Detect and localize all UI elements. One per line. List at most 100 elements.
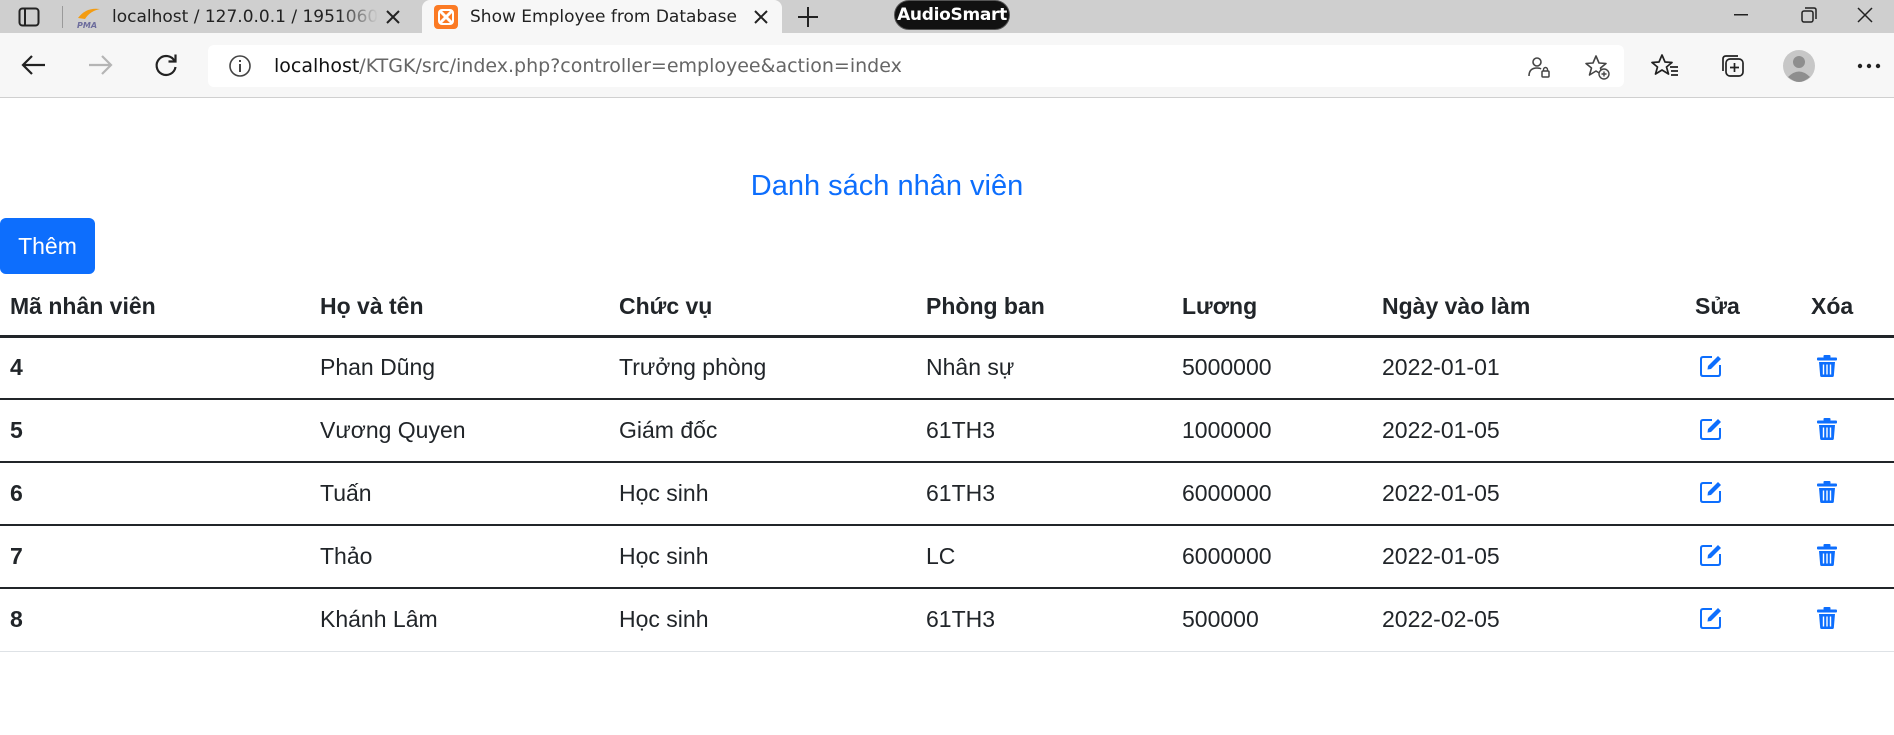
table-row: 8 Khánh Lâm Học sinh 61TH3 500000 2022-0…	[0, 588, 1894, 652]
employee-name: Vương Quyen	[310, 399, 609, 463]
column-header-department: Phòng ban	[916, 278, 1172, 338]
reload-icon[interactable]	[146, 45, 186, 85]
employee-salary: 6000000	[1172, 525, 1372, 589]
edit-icon[interactable]	[1697, 415, 1725, 443]
employee-salary: 6000000	[1172, 462, 1372, 526]
svg-text:PMA: PMA	[77, 21, 97, 29]
favorites-icon[interactable]	[1648, 49, 1682, 83]
browser-toolbar: localhost/KTGK/src/index.php?controller=…	[0, 33, 1894, 98]
profile-lock-icon[interactable]	[1526, 54, 1552, 80]
employee-start-date: 2022-01-05	[1372, 462, 1685, 526]
table-row: 4 Phan Dũng Trưởng phòng Nhân sự 5000000…	[0, 336, 1894, 400]
table-header-row: Mã nhân viên Họ và tên Chức vụ Phòng ban…	[0, 278, 1894, 338]
delete-cell	[1801, 588, 1894, 652]
trash-icon[interactable]	[1813, 415, 1841, 443]
column-header-edit: Sửa	[1685, 278, 1801, 338]
tab-divider	[62, 6, 63, 28]
url-text[interactable]: localhost/KTGK/src/index.php?controller=…	[274, 45, 902, 87]
employee-department: 61TH3	[916, 588, 1172, 652]
url-host: localhost	[274, 55, 360, 77]
employee-department: 61TH3	[916, 462, 1172, 526]
close-tab-icon[interactable]	[378, 2, 408, 32]
delete-cell	[1801, 462, 1894, 526]
employee-salary: 1000000	[1172, 399, 1372, 463]
edit-cell	[1685, 525, 1801, 589]
column-header-position: Chức vụ	[609, 278, 916, 338]
table-row: 7 Thảo Học sinh LC 6000000 2022-01-05	[0, 525, 1894, 589]
employee-name: Phan Dũng	[310, 336, 609, 400]
address-bar[interactable]: localhost/KTGK/src/index.php?controller=…	[208, 45, 1624, 87]
tab-actions-icon[interactable]	[14, 4, 44, 30]
add-favorite-icon[interactable]	[1584, 54, 1610, 80]
delete-cell	[1801, 399, 1894, 463]
tab-title: Show Employee from Database	[470, 6, 737, 27]
edit-cell	[1685, 588, 1801, 652]
employee-position: Trưởng phòng	[609, 336, 916, 400]
employee-name: Tuấn	[310, 462, 609, 526]
trash-icon[interactable]	[1813, 352, 1841, 380]
employee-department: 61TH3	[916, 399, 1172, 463]
more-options-icon[interactable]	[1852, 49, 1886, 83]
column-header-start-date: Ngày vào làm	[1372, 278, 1685, 338]
delete-cell	[1801, 336, 1894, 400]
employee-table: Mã nhân viên Họ và tên Chức vụ Phòng ban…	[0, 278, 1894, 652]
back-icon[interactable]	[14, 45, 54, 85]
edit-cell	[1685, 336, 1801, 400]
new-tab-icon[interactable]	[792, 2, 824, 32]
trash-icon[interactable]	[1813, 541, 1841, 569]
phpmyadmin-icon: PMA	[76, 5, 102, 30]
edit-icon[interactable]	[1697, 541, 1725, 569]
delete-cell	[1801, 525, 1894, 589]
page-content: Danh sách nhân viên Thêm Mã nhân viên Họ…	[0, 98, 1894, 735]
page-title: Danh sách nhân viên	[750, 170, 1024, 202]
employee-position: Học sinh	[609, 588, 916, 652]
trash-icon[interactable]	[1813, 604, 1841, 632]
employee-department: Nhân sự	[916, 336, 1172, 400]
column-header-name: Họ và tên	[310, 278, 609, 338]
xampp-icon	[434, 4, 460, 29]
edit-cell	[1685, 462, 1801, 526]
employee-start-date: 2022-01-05	[1372, 399, 1685, 463]
employee-position: Học sinh	[609, 525, 916, 589]
employee-salary: 500000	[1172, 588, 1372, 652]
edit-icon[interactable]	[1697, 352, 1725, 380]
employee-id: 6	[0, 462, 310, 526]
employee-id: 8	[0, 588, 310, 652]
collections-icon[interactable]	[1716, 49, 1750, 83]
employee-position: Giám đốc	[609, 399, 916, 463]
employee-id: 7	[0, 525, 310, 589]
employee-id: 5	[0, 399, 310, 463]
employee-position: Học sinh	[609, 462, 916, 526]
employee-department: LC	[916, 525, 1172, 589]
column-header-delete: Xóa	[1801, 278, 1894, 338]
tab-strip: PMA localhost / 127.0.0.1 / 195106096 Sh…	[0, 0, 1894, 33]
employee-name: Khánh Lâm	[310, 588, 609, 652]
avatar[interactable]	[1782, 49, 1816, 83]
edit-icon[interactable]	[1697, 478, 1725, 506]
table-row: 6 Tuấn Học sinh 61TH3 6000000 2022-01-05	[0, 462, 1894, 526]
tab-show-employee[interactable]: Show Employee from Database	[422, 0, 782, 33]
tab-phpmyadmin[interactable]: PMA localhost / 127.0.0.1 / 195106096	[64, 0, 414, 33]
employee-id: 4	[0, 336, 310, 400]
edit-icon[interactable]	[1697, 604, 1725, 632]
add-employee-button[interactable]: Thêm	[0, 218, 95, 274]
employee-start-date: 2022-02-05	[1372, 588, 1685, 652]
employee-start-date: 2022-01-05	[1372, 525, 1685, 589]
audiosmart-badge[interactable]: AudioSmart	[894, 0, 1010, 30]
window-close-icon[interactable]	[1836, 0, 1894, 30]
employee-name: Thảo	[310, 525, 609, 589]
trash-icon[interactable]	[1813, 478, 1841, 506]
close-tab-icon[interactable]	[746, 2, 776, 32]
employee-start-date: 2022-01-01	[1372, 336, 1685, 400]
column-header-id: Mã nhân viên	[0, 278, 310, 338]
employee-salary: 5000000	[1172, 336, 1372, 400]
minimize-icon[interactable]	[1712, 0, 1770, 30]
restore-icon[interactable]	[1780, 0, 1838, 30]
url-path: /KTGK/src/index.php?controller=employee&…	[359, 55, 902, 77]
edit-cell	[1685, 399, 1801, 463]
site-info-icon[interactable]	[228, 54, 252, 78]
forward-icon[interactable]	[80, 45, 120, 85]
column-header-salary: Lương	[1172, 278, 1372, 338]
table-row: 5 Vương Quyen Giám đốc 61TH3 1000000 202…	[0, 399, 1894, 463]
tab-title: localhost / 127.0.0.1 / 195106096	[112, 6, 378, 27]
